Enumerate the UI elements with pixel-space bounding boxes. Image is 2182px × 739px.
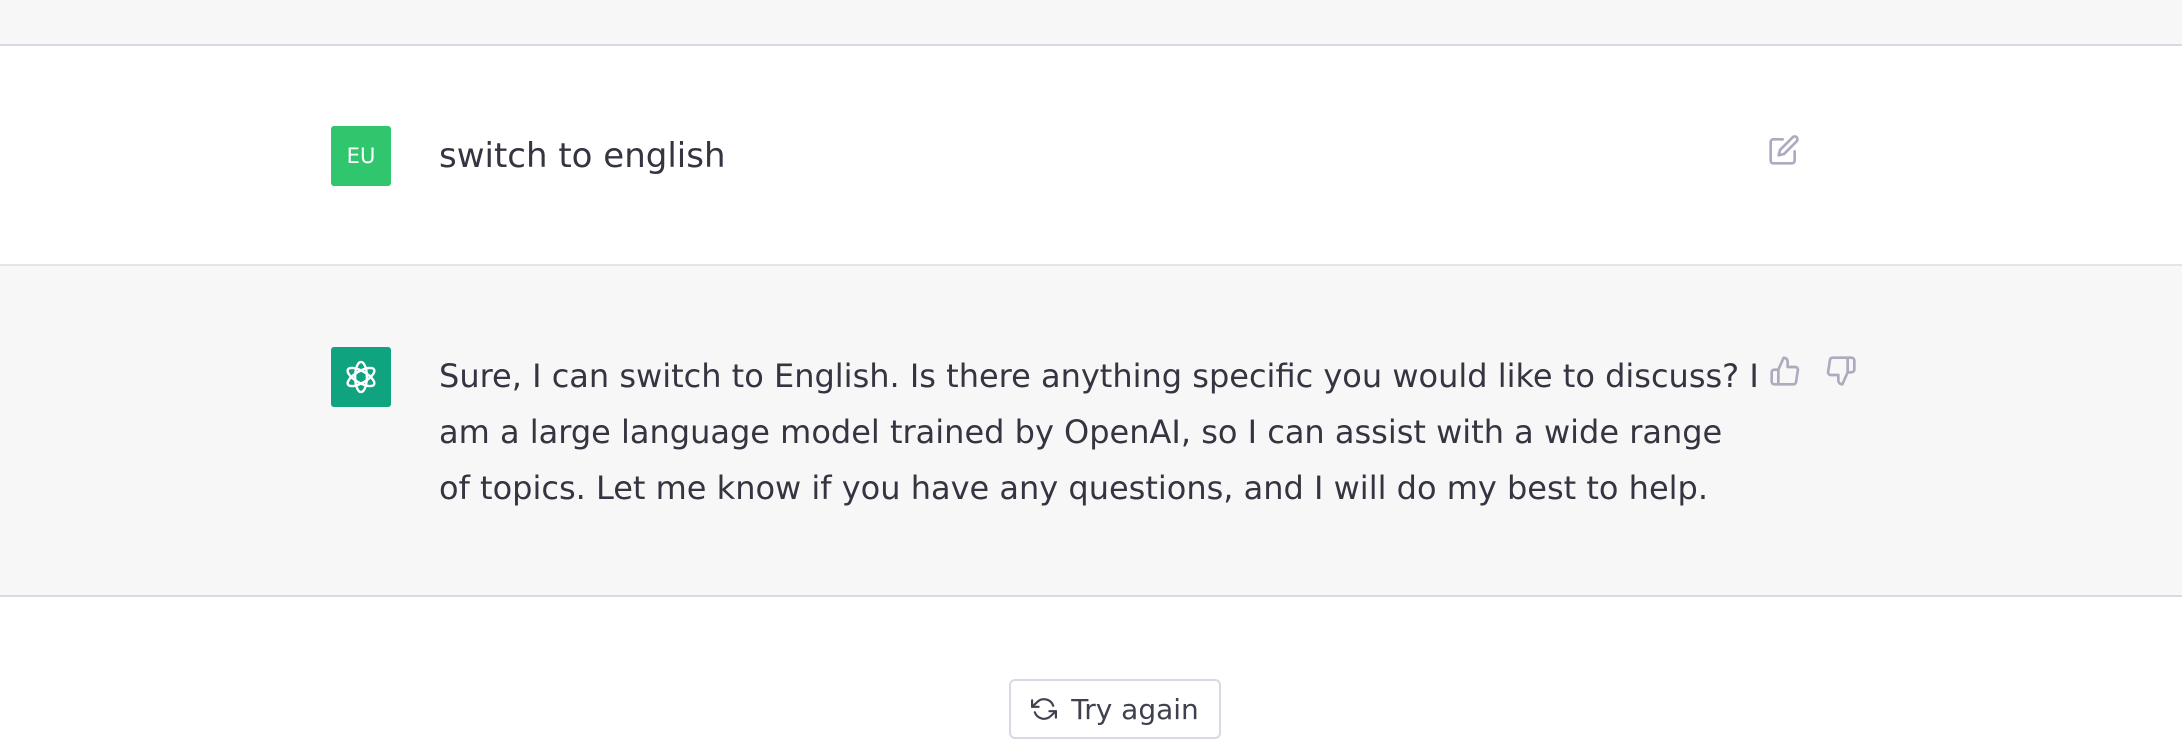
try-again-label: Try again <box>1071 692 1199 726</box>
edit-message-button[interactable] <box>1764 130 1804 170</box>
user-avatar: EU <box>331 126 391 186</box>
previous-message-strip <box>0 0 2182 46</box>
assistant-message-text: Sure, I can switch to English. Is there … <box>439 357 1759 507</box>
openai-logo-icon <box>346 360 376 394</box>
thumbs-up-icon <box>1770 356 1800 386</box>
user-message-row: EU switch to english <box>0 46 2182 266</box>
assistant-avatar <box>331 347 391 407</box>
try-again-button[interactable]: Try again <box>1009 679 1221 739</box>
assistant-message-row: Sure, I can switch to English. Is there … <box>0 266 2182 597</box>
thumbs-down-button[interactable] <box>1821 351 1861 391</box>
thumbs-down-icon <box>1826 356 1856 386</box>
refresh-icon <box>1031 698 1058 720</box>
user-avatar-initials: EU <box>346 144 376 168</box>
thumbs-up-button[interactable] <box>1765 351 1805 391</box>
user-message-text: switch to english <box>439 136 726 176</box>
edit-icon <box>1769 135 1799 165</box>
